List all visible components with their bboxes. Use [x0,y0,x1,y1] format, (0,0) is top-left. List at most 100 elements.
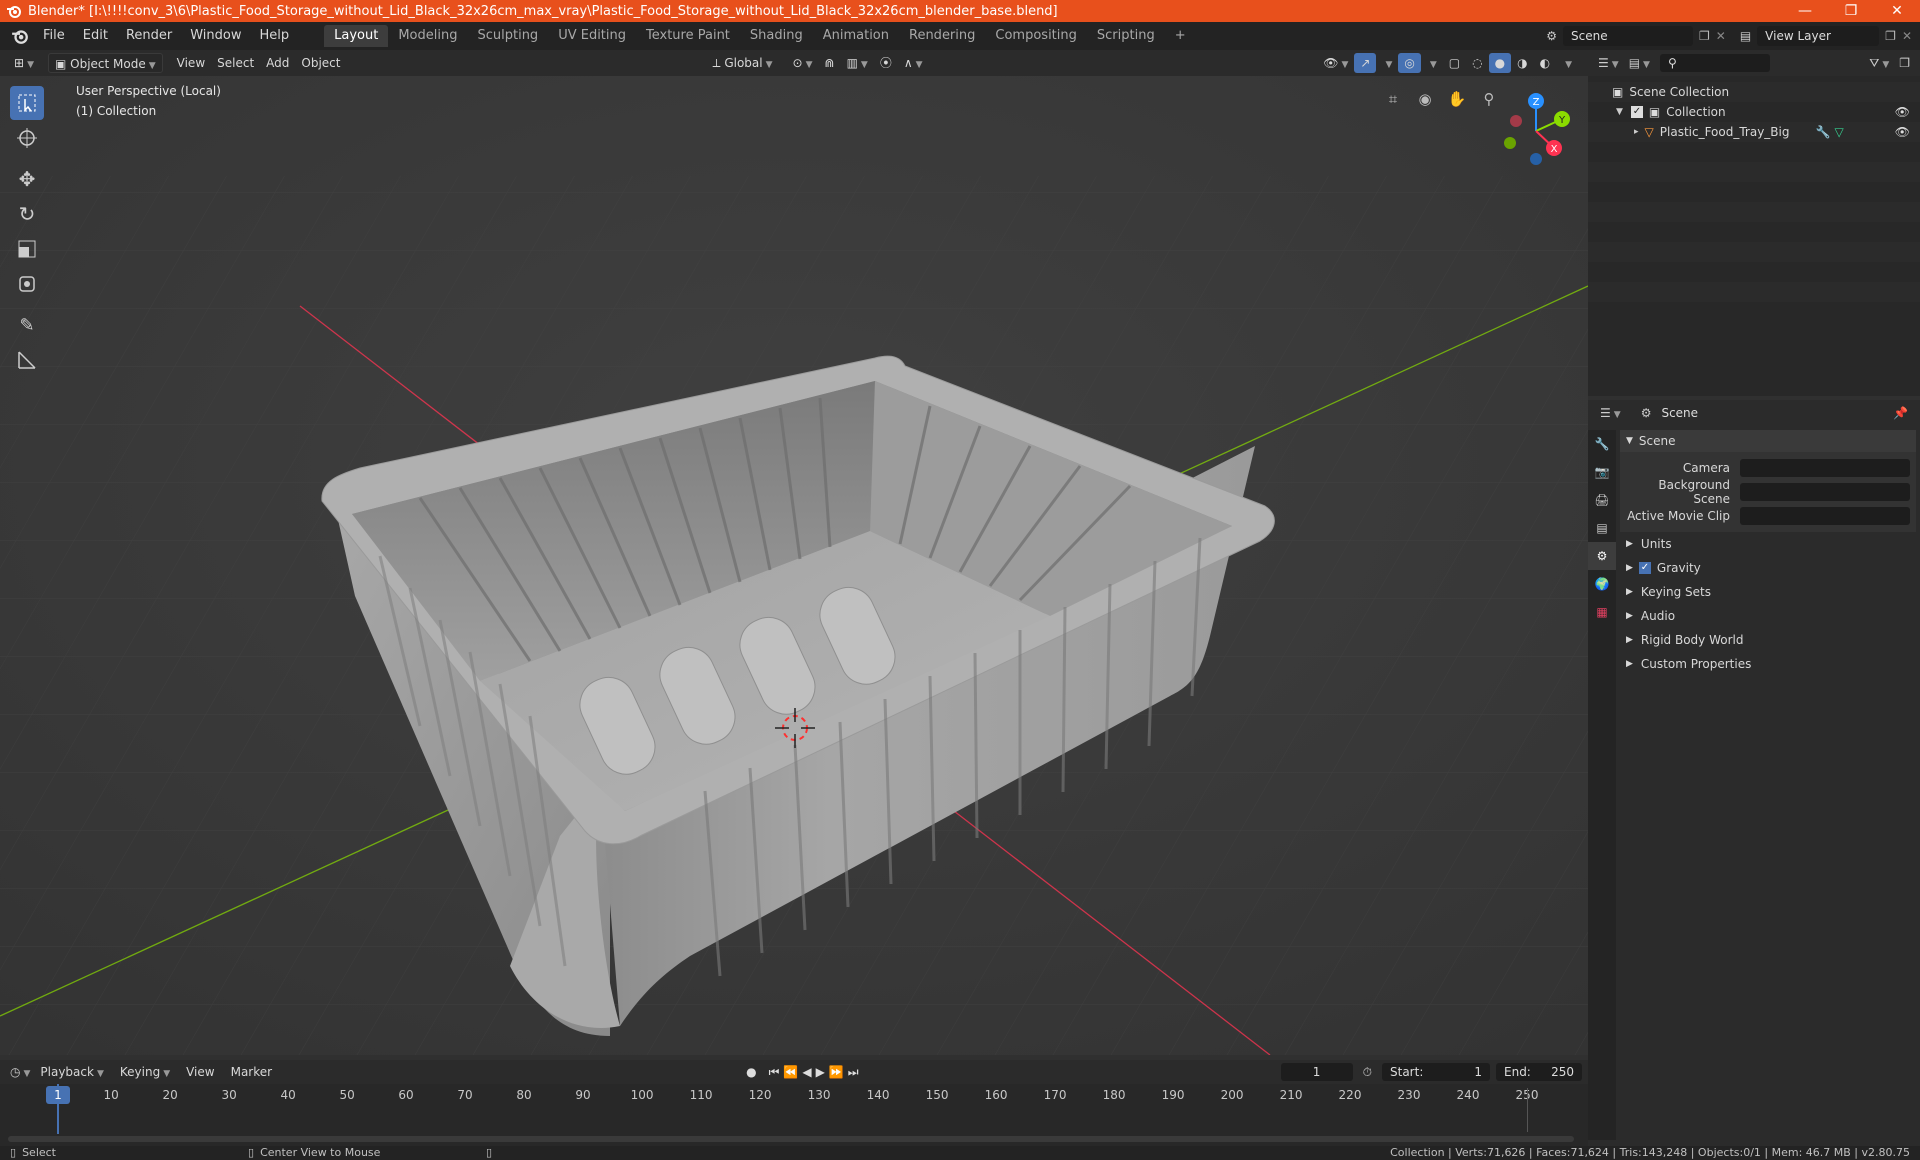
pan-hand-icon[interactable]: ✋ [1444,86,1470,112]
close-button[interactable]: ✕ [1874,3,1920,19]
jump-keyframe-forward-icon[interactable]: ⏩ [829,1065,844,1079]
transform-tool-icon[interactable] [10,267,44,301]
editor-type-icon[interactable]: ⊞ ▼ [8,53,40,73]
outliner-row-object[interactable]: ▸ ▽ Plastic_Food_Tray_Big 🔧 ▽ 👁 [1588,122,1920,142]
snap-icon[interactable]: ⋒ [819,53,841,73]
tab-compositing[interactable]: Compositing [985,25,1087,47]
new-collection-icon[interactable]: ❐ [1899,56,1910,70]
maximize-button[interactable]: ❐ [1828,3,1874,19]
outliner-editor-type-icon[interactable]: ☰ ▼ [1598,56,1619,70]
section-keying-sets[interactable]: ▶ Keying Sets [1620,580,1916,604]
select-box-tool-icon[interactable] [10,86,44,120]
rotate-tool-icon[interactable]: ↻ [10,197,44,231]
3d-viewport[interactable]: User Perspective (Local) (1) Collection … [0,76,1588,1055]
render-tab-icon[interactable]: 📷 [1588,458,1616,486]
delete-scene-icon[interactable]: ✕ [1716,29,1726,43]
shading-wireframe-icon[interactable]: ◌ [1466,53,1488,73]
annotate-tool-icon[interactable]: ✎ [10,308,44,342]
gizmo-toggle-icon[interactable]: ↗ [1354,53,1377,73]
record-button[interactable]: ● [746,1065,756,1079]
minimize-button[interactable]: — [1782,3,1828,19]
shading-solid-icon[interactable]: ● [1488,53,1512,73]
playhead-frame-badge[interactable]: 1 [46,1086,70,1104]
view-layer-tab-icon[interactable]: ▤ [1588,514,1616,542]
view-layer-icon[interactable]: ▤ [1740,29,1751,43]
menu-timeline-view[interactable]: View [180,1062,220,1082]
section-units[interactable]: ▶ Units [1620,532,1916,556]
tab-scripting[interactable]: Scripting [1087,25,1165,47]
object-visibility-eye-icon[interactable]: 👁 [1895,125,1910,139]
filter-icon[interactable]: ⛛ ▼ [1869,56,1889,71]
expand-arrow-icon[interactable]: ▸ [1634,127,1639,137]
scene-tab-icon[interactable]: ⚙ [1588,542,1616,570]
menu-add[interactable]: Add [260,53,295,73]
gravity-checkbox[interactable]: ✓ [1638,562,1651,574]
outliner-row-collection[interactable]: ▼ ✓ ▣ Collection 👁 [1588,102,1920,122]
menu-file[interactable]: File [34,25,74,47]
menu-edit[interactable]: Edit [74,25,117,47]
scene-selector[interactable]: Scene [1563,26,1693,46]
end-frame-field[interactable]: End: 250 [1496,1063,1582,1081]
scene-icon[interactable]: ⚙ [1546,29,1557,43]
menu-playback[interactable]: Playback ▼ [34,1062,109,1082]
menu-object[interactable]: Object [295,53,346,73]
shading-menu-icon[interactable]: ▼ [1556,53,1578,73]
menu-view[interactable]: View [171,53,211,73]
snap-target-icon[interactable]: ▥ ▼ [841,53,874,73]
cursor-tool-icon[interactable] [10,121,44,155]
pin-icon[interactable]: 📌 [1893,406,1908,420]
mesh-data-icon[interactable]: ▽ [1834,125,1843,139]
start-frame-field[interactable]: Start: 1 [1382,1063,1490,1081]
properties-editor-type-icon[interactable]: ☰ ▼ [1600,406,1621,420]
modifier-wrench-icon[interactable]: 🔧 [1816,125,1831,139]
scale-tool-icon[interactable] [10,232,44,266]
jump-start-icon[interactable]: ⏮ [769,1065,780,1080]
visibility-icon[interactable]: 👁 ▼ [1317,53,1354,73]
xray-icon[interactable]: ▢ [1443,53,1466,73]
menu-render[interactable]: Render [117,25,181,47]
new-scene-icon[interactable]: ❐ [1699,29,1710,43]
panel-header-scene[interactable]: ▼ Scene [1620,430,1916,452]
jump-keyframe-back-icon[interactable]: ⏪ [783,1065,798,1079]
move-tool-icon[interactable]: ✥ [10,162,44,196]
section-rigid-body-world[interactable]: ▶ Rigid Body World [1620,628,1916,652]
tab-shading[interactable]: Shading [740,25,813,47]
transform-orientation-selector[interactable]: ⟂ Global ▼ [707,53,779,73]
menu-marker[interactable]: Marker [225,1062,278,1082]
menu-keying[interactable]: Keying ▼ [114,1062,176,1082]
section-gravity[interactable]: ▶ ✓ Gravity [1620,556,1916,580]
output-tab-icon[interactable]: 🖨 [1588,486,1616,514]
section-custom-properties[interactable]: ▶ Custom Properties [1620,652,1916,676]
active-movie-clip-field[interactable] [1740,507,1910,525]
toggle-camera-view-icon[interactable]: ⌗ [1380,86,1406,112]
play-reverse-icon[interactable]: ◀ [802,1065,811,1079]
view-layer-selector[interactable]: View Layer [1757,26,1880,46]
measure-tool-icon[interactable] [10,343,44,377]
outliner-search-input[interactable]: ⚲ [1659,54,1770,72]
gizmo-menu-icon[interactable]: ▼ [1376,53,1398,73]
play-icon[interactable]: ▶ [816,1065,825,1079]
collection-checkbox[interactable]: ✓ [1630,106,1643,118]
blender-menu-icon[interactable] [6,27,34,45]
menu-select[interactable]: Select [211,53,260,73]
timeline-editor-type-icon[interactable]: ◷ ▼ [10,1065,30,1079]
texture-tab-icon[interactable]: ▦ [1588,598,1616,626]
menu-help[interactable]: Help [251,25,299,47]
tab-rendering[interactable]: Rendering [899,25,985,47]
tab-sculpting[interactable]: Sculpting [467,25,548,47]
mode-selector[interactable]: ▣ Object Mode ▼ [47,53,163,73]
preview-range-icon[interactable]: ⏱ [1363,1065,1372,1080]
new-view-layer-icon[interactable]: ❐ [1885,29,1896,43]
tab-animation[interactable]: Animation [813,25,899,47]
timeline-ruler[interactable]: 10 20 30 40 50 60 70 80 90 100 110 120 130 140 150 160 1… [0,1084,1588,1146]
background-scene-field[interactable] [1740,483,1910,501]
expand-arrow-icon[interactable]: ▼ [1616,107,1623,117]
tab-layout[interactable]: Layout [324,25,389,47]
overlay-toggle-icon[interactable]: ◎ [1398,53,1421,73]
menu-window[interactable]: Window [181,25,250,47]
axis-gizmo[interactable]: Z Y X [1496,86,1576,166]
tab-uv-editing[interactable]: UV Editing [548,25,636,47]
world-tab-icon[interactable]: 🌍 [1588,570,1616,598]
shading-rendered-icon[interactable]: ◐ [1534,53,1556,73]
pivot-point-icon[interactable]: ⊙ ▼ [787,53,819,73]
